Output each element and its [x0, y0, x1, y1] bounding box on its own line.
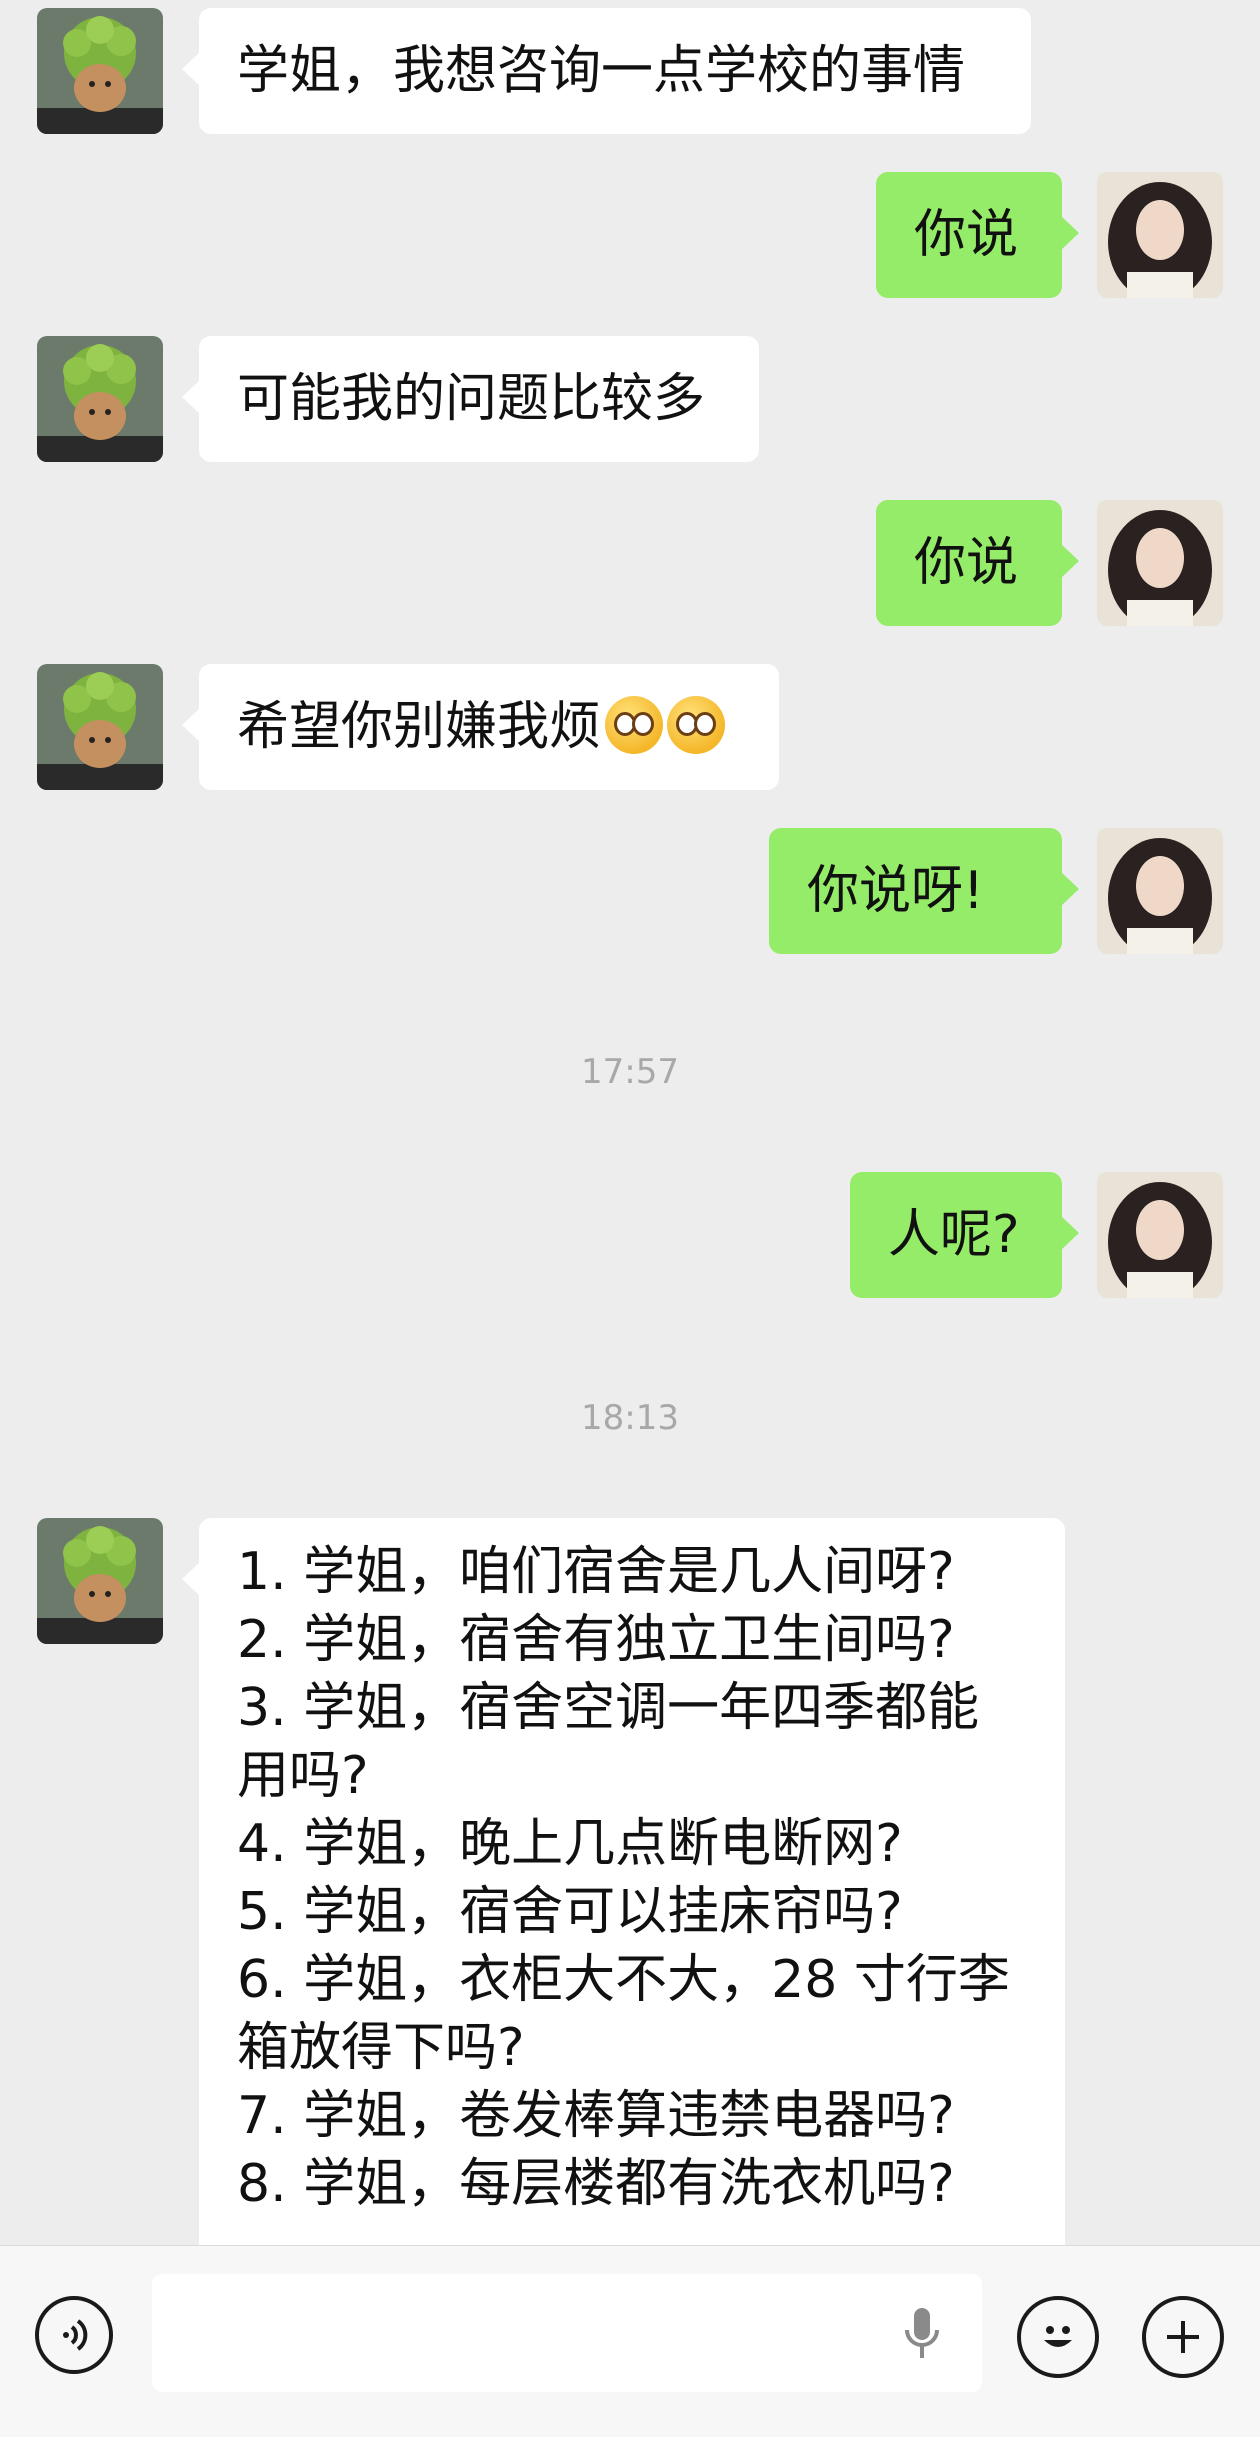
message-bubble-outgoing[interactable]: 你说呀!: [769, 828, 1079, 954]
plus-button[interactable]: [1142, 2296, 1224, 2378]
microphone-icon[interactable]: [902, 2306, 942, 2362]
message-line: 1. 学姐，咱们宿舍是几人间呀?: [237, 1542, 955, 1602]
emoji-icon: [1044, 2326, 1072, 2347]
user-avatar[interactable]: [1097, 172, 1223, 298]
pleading-face-emoji-icon: [605, 696, 664, 754]
message-text: 你说: [914, 205, 1019, 265]
user-avatar[interactable]: [1097, 1172, 1223, 1298]
contact-avatar[interactable]: [37, 664, 163, 790]
voice-button[interactable]: [35, 2296, 113, 2374]
message-line: 7. 学姐，卷发棒算违禁电器吗?: [237, 2086, 955, 2146]
message-text: 希望你别嫌我烦: [237, 697, 602, 757]
contact-avatar[interactable]: [37, 8, 163, 134]
message-line: 4. 学姐，晚上几点断电断网?: [237, 1814, 903, 1874]
message-bubble-outgoing[interactable]: 人呢?: [850, 1172, 1079, 1298]
pleading-face-emoji-icon: [667, 696, 726, 754]
chat-area: 学姐，我想咨询一点学校的事情 你说 可能我的问题比较多 你说 希望你别嫌我烦 你…: [0, 0, 1260, 2245]
message-line: 5. 学姐，宿舍可以挂床帘吗?: [237, 1882, 903, 1942]
user-avatar[interactable]: [1097, 500, 1223, 626]
message-bubble-incoming[interactable]: 可能我的问题比较多: [182, 336, 759, 462]
message-text: 你说: [914, 533, 1019, 593]
message-line: 8. 学姐，每层楼都有洗衣机吗?: [237, 2154, 955, 2214]
message-text: 可能我的问题比较多: [237, 369, 706, 429]
emoji-button[interactable]: [1017, 2296, 1099, 2378]
chat-input-bar: [0, 2245, 1260, 2437]
message-text: 人呢?: [888, 1205, 1020, 1265]
message-line: 2. 学姐，宿舍有独立卫生间吗?: [237, 1610, 955, 1670]
timestamp: 17:57: [581, 1052, 679, 1092]
timestamp: 18:13: [581, 1398, 679, 1438]
contact-avatar[interactable]: [37, 1518, 163, 1644]
message-line: 6. 学姐，衣柜大不大，28 寸行李箱放得下吗?: [237, 1950, 1010, 2078]
contact-avatar[interactable]: [37, 336, 163, 462]
message-text: 你说呀!: [807, 861, 984, 921]
message-input[interactable]: [152, 2274, 982, 2392]
message-bubble-incoming[interactable]: 学姐，我想咨询一点学校的事情: [182, 8, 1031, 134]
voice-icon: [63, 2319, 88, 2351]
message-bubble-incoming[interactable]: 希望你别嫌我烦: [182, 664, 779, 790]
message-bubble-outgoing[interactable]: 你说: [876, 172, 1079, 298]
message-text: 学姐，我想咨询一点学校的事情: [237, 41, 966, 101]
message-bubble-outgoing[interactable]: 你说: [876, 500, 1079, 626]
message-line: 3. 学姐，宿舍空调一年四季都能用吗?: [237, 1678, 980, 1806]
message-bubble-incoming[interactable]: 1. 学姐，咱们宿舍是几人间呀? 2. 学姐，宿舍有独立卫生间吗? 3. 学姐，…: [182, 1518, 1065, 2245]
user-avatar[interactable]: [1097, 828, 1223, 954]
plus-icon: [1167, 2321, 1199, 2353]
